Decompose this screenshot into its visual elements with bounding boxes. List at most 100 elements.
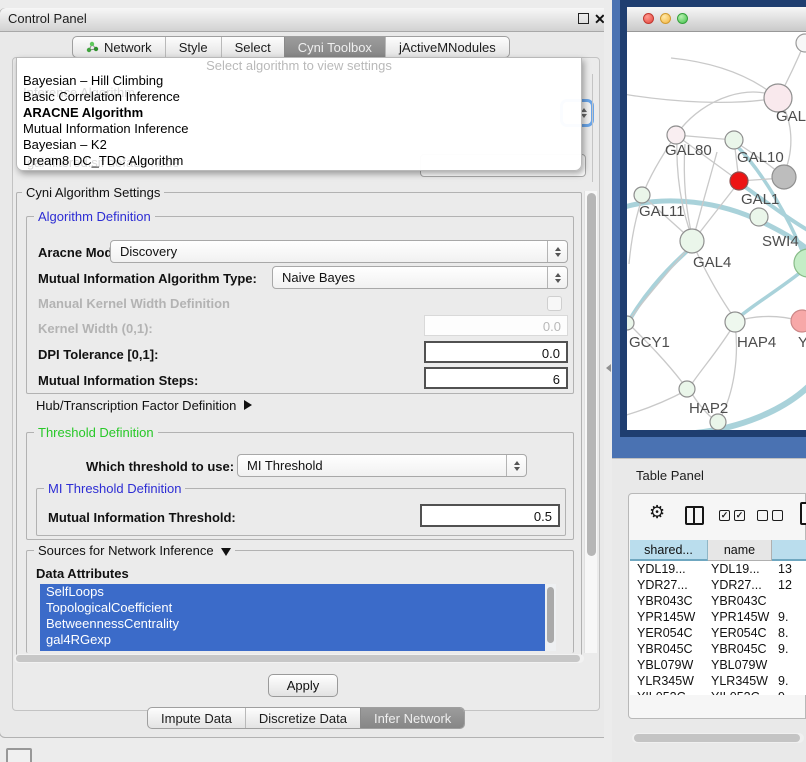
- table-cell: 9.: [772, 673, 806, 689]
- network-node[interactable]: [796, 34, 806, 52]
- tab-discretize-data[interactable]: Discretize Data: [245, 708, 360, 728]
- algorithm-option[interactable]: Basic Correlation Inference: [17, 89, 581, 105]
- algorithm-option[interactable]: Bayesian – K2: [17, 137, 581, 153]
- network-node-gal10[interactable]: [725, 131, 743, 149]
- attribute-item[interactable]: gal4RGexp: [40, 632, 556, 648]
- table-cell: [772, 657, 806, 673]
- network-node[interactable]: [772, 165, 796, 189]
- algorithm-option[interactable]: Mutual Information Inference: [17, 121, 581, 137]
- network-view-window: GAL2GAL80GAL10GAL1GAL11SWI4GAL4GCY1HAP4Y…: [620, 0, 806, 437]
- kernel-width-field[interactable]: 0.0: [424, 315, 568, 336]
- table-row[interactable]: YDL19...YDL19...13: [630, 561, 806, 577]
- mi-steps-field[interactable]: 6: [424, 367, 568, 389]
- network-node-gal4[interactable]: [680, 229, 704, 253]
- collapse-arrow-icon: [221, 548, 231, 556]
- network-node[interactable]: [710, 414, 726, 430]
- select-all-columns-icon[interactable]: ✓✓: [719, 510, 745, 521]
- data-attributes-label: Data Attributes: [36, 566, 129, 581]
- table-cell: YPR145W: [708, 609, 772, 625]
- tab-network[interactable]: Network: [73, 37, 165, 57]
- apply-button[interactable]: Apply: [268, 674, 338, 697]
- network-node-gal1[interactable]: [730, 172, 748, 190]
- gear-icon[interactable]: ⚙: [649, 503, 665, 521]
- network-node-swi4[interactable]: [750, 208, 768, 226]
- sources-toggle[interactable]: Sources for Network Inference: [34, 543, 235, 558]
- table-cell: 12: [772, 577, 806, 593]
- mi-type-select[interactable]: Naive Bayes: [272, 266, 568, 289]
- panel-title: Control Panel: [8, 11, 87, 26]
- table-row[interactable]: YDR27...YDR27...12: [630, 577, 806, 593]
- table-row[interactable]: YPR145WYPR145W9.: [630, 609, 806, 625]
- table-cell: YDR27...: [630, 577, 708, 593]
- table-cell: 9.: [772, 641, 806, 657]
- table-cell: 8.: [772, 625, 806, 641]
- float-panel-icon[interactable]: [578, 13, 589, 24]
- tab-jactivemnodules[interactable]: jActiveMNodules: [385, 37, 509, 57]
- list-scrollbar[interactable]: [545, 584, 556, 651]
- export-table-icon[interactable]: [800, 502, 806, 525]
- splitter-collapse-icon[interactable]: [606, 364, 611, 372]
- table-row[interactable]: YER054CYER054C8.: [630, 625, 806, 641]
- panel-splitter[interactable]: [604, 0, 612, 762]
- settings-horizontal-scrollbar[interactable]: [14, 654, 584, 663]
- tab-label: Style: [179, 40, 208, 55]
- zoom-window-icon[interactable]: [677, 13, 688, 24]
- network-canvas[interactable]: GAL2GAL80GAL10GAL1GAL11SWI4GAL4GCY1HAP4Y…: [627, 32, 806, 430]
- deselect-all-columns-icon[interactable]: [757, 510, 783, 521]
- which-threshold-value: MI Threshold: [247, 458, 323, 473]
- table-row[interactable]: YLR345WYLR345W9.: [630, 673, 806, 689]
- algorithm-option[interactable]: Dream8 DC_TDC Algorithm: [17, 153, 581, 169]
- group-title: Threshold Definition: [34, 425, 158, 440]
- tab-infer-network[interactable]: Infer Network: [360, 708, 464, 728]
- node-label-gal1: GAL1: [741, 191, 779, 208]
- algorithm-option[interactable]: ARACNE Algorithm: [17, 105, 581, 121]
- table-row[interactable]: YBR045CYBR045C9.: [630, 641, 806, 657]
- dpi-tolerance-label: DPI Tolerance [0,1]:: [38, 347, 158, 362]
- bottom-tab-bar: Impute DataDiscretize Data Infer Network: [147, 707, 465, 729]
- application-screen: Control Panel ✕ NetworkStyleSelectCyni T…: [0, 0, 806, 762]
- attribute-item[interactable]: BetweennessCentrality: [40, 616, 556, 632]
- algorithm-option[interactable]: Bayesian – Hill Climbing: [17, 73, 581, 89]
- mi-threshold-field[interactable]: 0.5: [420, 504, 560, 527]
- data-attributes-list[interactable]: SelfLoopsTopologicalCoefficientBetweenne…: [40, 584, 556, 651]
- hub-definition-toggle[interactable]: Hub/Transcription Factor Definition: [36, 398, 252, 413]
- mi-type-value: Naive Bayes: [282, 270, 355, 285]
- attribute-item[interactable]: TopologicalCoefficient: [40, 600, 556, 616]
- dpi-tolerance-field[interactable]: 0.0: [424, 341, 568, 363]
- minimize-window-icon[interactable]: [660, 13, 671, 24]
- tab-impute-data[interactable]: Impute Data: [148, 708, 245, 728]
- network-node-hap2[interactable]: [679, 381, 695, 397]
- tab-style[interactable]: Style: [165, 37, 221, 57]
- settings-vertical-scrollbar[interactable]: [584, 191, 597, 653]
- column-header-name[interactable]: name: [708, 540, 772, 561]
- network-node-gal11[interactable]: [634, 187, 650, 203]
- tab-label: Infer Network: [374, 711, 451, 726]
- table-row[interactable]: YBL079WYBL079W: [630, 657, 806, 673]
- network-node[interactable]: [794, 249, 806, 277]
- network-window-titlebar[interactable]: [627, 7, 806, 32]
- close-window-icon[interactable]: [643, 13, 654, 24]
- manual-kernel-checkbox[interactable]: [547, 296, 562, 311]
- table-row[interactable]: YBR043CYBR043C: [630, 593, 806, 609]
- hidden-group-border: [592, 74, 593, 182]
- table-cell: 13: [772, 561, 806, 577]
- column-layout-icon[interactable]: [685, 506, 704, 525]
- column-header-partial[interactable]: [772, 540, 806, 561]
- tab-select[interactable]: Select: [221, 37, 284, 57]
- tab-label: Cyni Toolbox: [298, 40, 372, 55]
- network-node-hap4[interactable]: [725, 312, 745, 332]
- network-node-y[interactable]: [791, 310, 806, 332]
- table-cell: YBR045C: [708, 641, 772, 657]
- tab-cyni-toolbox[interactable]: Cyni Toolbox: [284, 37, 385, 57]
- kernel-width-label: Kernel Width (0,1):: [38, 321, 153, 336]
- node-label-gal4: GAL4: [693, 254, 731, 271]
- column-header-shared-name[interactable]: shared...: [630, 540, 708, 561]
- which-threshold-select[interactable]: MI Threshold: [237, 454, 527, 477]
- table-row[interactable]: YIL052CYIL052C9.: [630, 689, 806, 695]
- aracne-mode-select[interactable]: Discovery: [110, 240, 568, 263]
- attribute-item[interactable]: SelfLoops: [40, 584, 556, 600]
- node-label-swi4: SWI4: [762, 233, 799, 250]
- collapsed-panel-icon[interactable]: [6, 748, 32, 762]
- table-horizontal-scrollbar[interactable]: [632, 733, 804, 743]
- table-body: YDL19...YDL19...13YDR27...YDR27...12YBR0…: [630, 561, 806, 695]
